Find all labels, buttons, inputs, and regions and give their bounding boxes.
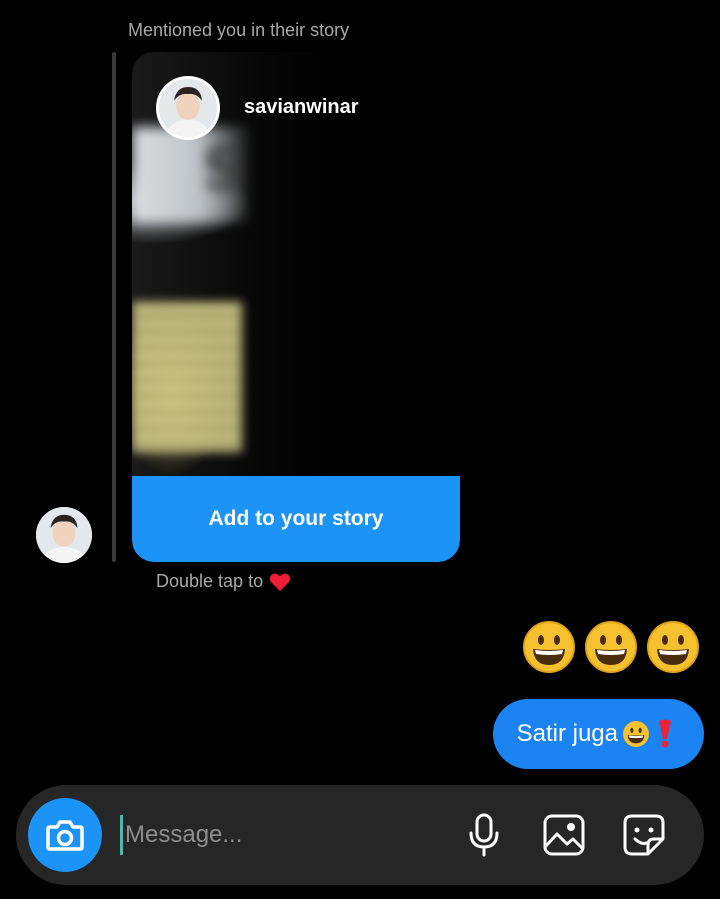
double-tap-hint: Double tap to bbox=[156, 571, 291, 592]
red-exclamation-icon bbox=[659, 719, 671, 748]
story-author-avatar[interactable] bbox=[156, 76, 220, 140]
gallery-button[interactable] bbox=[540, 811, 588, 859]
story-author-username[interactable]: savianwinar bbox=[244, 96, 359, 119]
story-blur-region: S bbox=[132, 127, 252, 222]
emoji-message[interactable] bbox=[522, 620, 700, 674]
story-mention-card[interactable]: S savianwinar Add to your story bbox=[132, 52, 460, 562]
dm-thread-screen: Mentioned you in their story S savianwin… bbox=[0, 0, 720, 899]
double-tap-text: Double tap to bbox=[156, 571, 264, 591]
grinning-face-icon bbox=[647, 621, 699, 673]
sender-avatar[interactable] bbox=[36, 507, 92, 563]
sent-message-text: Satir juga bbox=[516, 720, 618, 747]
sticker-button[interactable] bbox=[620, 811, 668, 859]
grinning-face-icon bbox=[623, 721, 649, 747]
heart-icon bbox=[269, 573, 291, 591]
message-composer bbox=[16, 785, 704, 885]
reply-indicator-bar bbox=[112, 52, 116, 562]
camera-button[interactable] bbox=[28, 798, 102, 872]
story-blur-region bbox=[132, 302, 242, 452]
grinning-face-icon bbox=[523, 621, 575, 673]
sticker-icon bbox=[623, 814, 665, 856]
add-to-story-button[interactable]: Add to your story bbox=[132, 476, 460, 562]
gallery-icon bbox=[543, 814, 585, 856]
microphone-icon bbox=[469, 813, 499, 857]
grinning-face-icon bbox=[585, 621, 637, 673]
camera-icon bbox=[46, 820, 84, 851]
microphone-button[interactable] bbox=[460, 811, 508, 859]
story-mention-label: Mentioned you in their story bbox=[128, 20, 350, 40]
sent-message-bubble[interactable]: Satir juga bbox=[492, 699, 704, 769]
message-input[interactable] bbox=[120, 815, 440, 855]
